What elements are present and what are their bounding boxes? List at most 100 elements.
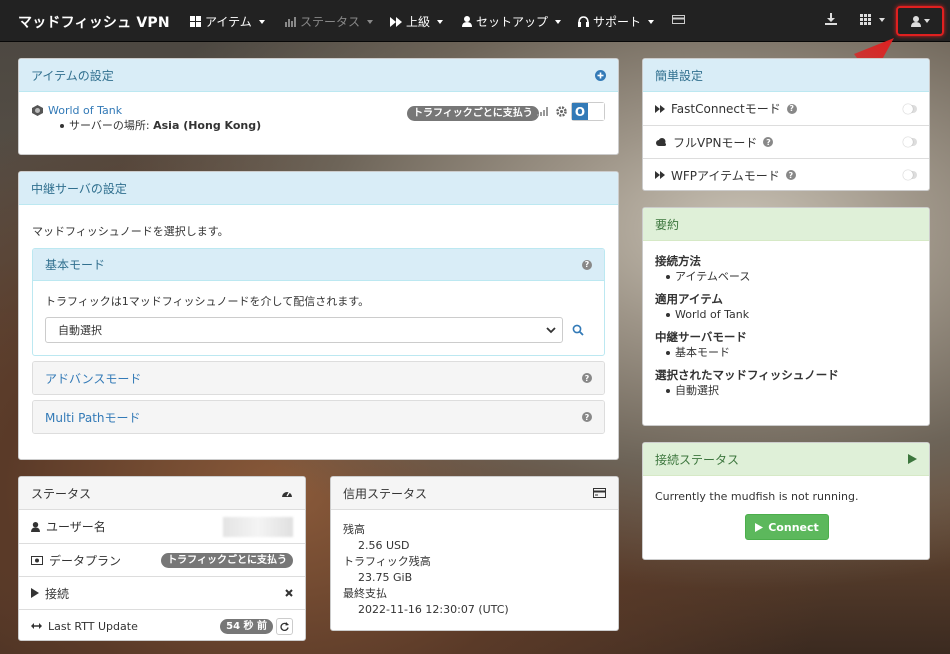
relay-mode-label: 中継サーバモード [655, 330, 747, 344]
connection-status-panel: 接続ステータス Currently the mudfish is not run… [642, 442, 930, 560]
nav-status-menu[interactable]: ステータス [285, 13, 374, 30]
play-icon [31, 588, 39, 598]
fastconnect-toggle[interactable] [903, 103, 917, 114]
nav-advanced-menu[interactable]: 上級 [390, 13, 444, 30]
wfp-row: WFPアイテムモード? [643, 158, 929, 190]
status-panel: ステータス ユーザー名 データプラン トラフィックごとに支払う 接続 Last … [18, 476, 306, 641]
connect-label: 接続 [45, 586, 70, 601]
chevron-down-icon [923, 19, 930, 23]
brand[interactable]: マッドフィッシュ VPN [18, 12, 170, 32]
credit-header: 信用ステータス [331, 477, 618, 510]
play-icon [755, 522, 764, 532]
rtt-label: Last RTT Update [48, 619, 138, 633]
question-icon[interactable]: ? [582, 412, 592, 422]
node-select[interactable]: 自動選択 [45, 317, 563, 343]
wfp-toggle[interactable] [903, 170, 917, 180]
toggle-on-label: O [572, 103, 588, 120]
user-menu-button[interactable] [896, 6, 944, 36]
easy-settings-panel: 簡単設定 FastConnectモード? フルVPNモード? WFPアイテムモー… [642, 58, 930, 191]
last-payment-label: 最終支払 [343, 587, 387, 600]
item-toggle[interactable]: O [571, 102, 605, 121]
question-icon[interactable]: ? [786, 103, 797, 114]
basic-mode-desc: トラフィックは1マッドフィッシュノードを介して配信されます。 [45, 295, 370, 308]
full-vpn-label: フルVPNモード [673, 135, 758, 150]
user-icon [462, 16, 472, 27]
rtt-row: Last RTT Update 54 秒 前 [19, 609, 305, 640]
basic-mode-panel: 基本モード ? トラフィックは1マッドフィッシュノードを介して配信されます。 自… [32, 248, 605, 356]
signal-icon [537, 107, 549, 116]
connection-message: Currently the mudfish is not running. [655, 490, 859, 503]
top-navbar: マッドフィッシュ VPN アイテム ステータス 上級 セットアップ サポート [0, 0, 950, 42]
gear-icon[interactable] [556, 106, 567, 117]
nav-advanced-label: 上級 [406, 15, 431, 29]
summary-panel: 要約 接続方法 アイテムベース 適用アイテム World of Tank 中継サ… [642, 207, 930, 426]
item-settings-panel: アイテムの設定 World of Tank サーバーの場所: Asia (Hon… [18, 58, 619, 155]
fast-forward-icon [655, 104, 665, 113]
summary-header: 要約 [643, 208, 929, 241]
refresh-button[interactable] [276, 617, 293, 635]
data-plan-row: データプラン トラフィックごとに支払う [19, 543, 305, 576]
balance-value: 2.56 USD [358, 539, 410, 552]
multipath-mode-title: Multi Pathモード [45, 410, 141, 425]
nav-support-label: サポート [593, 15, 642, 29]
last-payment-value: 2022-11-16 12:30:07 (UTC) [358, 603, 509, 616]
fast-forward-icon [655, 171, 665, 179]
credit-panel: 信用ステータス 残高 2.56 USD トラフィック残高 23.75 GiB 最… [330, 476, 619, 631]
status-title: ステータス [31, 486, 92, 501]
chevron-down-icon [437, 19, 444, 24]
chevron-down-icon [879, 17, 885, 22]
advanced-mode-title: アドバンスモード [45, 371, 142, 386]
full-vpn-row: フルVPNモード? [643, 125, 929, 158]
multipath-mode-header[interactable]: Multi Pathモード ? [33, 401, 604, 433]
question-icon[interactable]: ? [582, 259, 592, 270]
nav-items-menu[interactable]: アイテム [190, 13, 265, 30]
items-label: 適用アイテム [655, 292, 723, 306]
advanced-mode-header[interactable]: アドバンスモード ? [33, 362, 604, 394]
full-vpn-toggle[interactable] [903, 137, 917, 147]
nav-support-menu[interactable]: サポート [578, 13, 655, 30]
chevron-down-icon [367, 19, 374, 24]
nav-setup-menu[interactable]: セットアップ [462, 13, 562, 30]
credit-title: 信用ステータス [343, 486, 428, 501]
refresh-icon [280, 621, 289, 631]
billing-badge: トラフィックごとに支払う [407, 106, 539, 121]
item-name-link[interactable]: World of Tank [48, 104, 122, 117]
node-label: 選択されたマッドフィッシュノード [655, 368, 839, 382]
connect-button[interactable]: Connect [745, 514, 829, 540]
relay-settings-panel: 中継サーバの設定 マッドフィッシュノードを選択します。 基本モード ? トラフィ… [18, 171, 619, 460]
fast-forward-icon [390, 16, 402, 27]
plus-circle-icon[interactable] [595, 69, 606, 81]
rtt-badge: 54 秒 前 [220, 618, 273, 634]
username-label: ユーザー名 [46, 520, 106, 534]
chevron-down-icon [546, 326, 556, 334]
money-icon [31, 555, 43, 565]
item-settings-title: アイテムの設定 [31, 68, 114, 83]
basic-mode-header[interactable]: 基本モード ? [33, 249, 604, 281]
easy-settings-header: 簡単設定 [643, 59, 929, 92]
question-icon[interactable]: ? [763, 137, 774, 147]
advanced-mode-panel: アドバンスモード ? [32, 361, 605, 395]
relay-intro: マッドフィッシュノードを選択します。 [32, 225, 229, 238]
grid-menu-button[interactable] [860, 14, 885, 25]
bar-chart-icon [285, 16, 296, 27]
relay-mode-value: 基本モード [666, 345, 917, 361]
card-button[interactable] [672, 15, 685, 24]
balance-label: 残高 [343, 523, 365, 536]
question-icon[interactable]: ? [582, 373, 592, 383]
play-icon[interactable] [908, 454, 917, 464]
user-menu-icon [910, 15, 921, 27]
grid-menu-icon [860, 14, 872, 25]
chevron-down-icon [648, 19, 655, 24]
nav-setup-label: セットアップ [476, 15, 549, 29]
cloud-icon [655, 138, 667, 146]
summary-title: 要約 [655, 217, 680, 232]
basic-mode-title: 基本モード [45, 258, 106, 272]
connection-status-title: 接続ステータス [655, 452, 740, 467]
download-button[interactable] [825, 13, 837, 25]
search-icon[interactable] [572, 324, 584, 336]
chevron-down-icon [258, 19, 265, 24]
close-icon [285, 589, 293, 597]
traffic-label: トラフィック残高 [343, 555, 431, 568]
headphones-icon [578, 16, 589, 27]
question-icon[interactable]: ? [785, 170, 796, 180]
